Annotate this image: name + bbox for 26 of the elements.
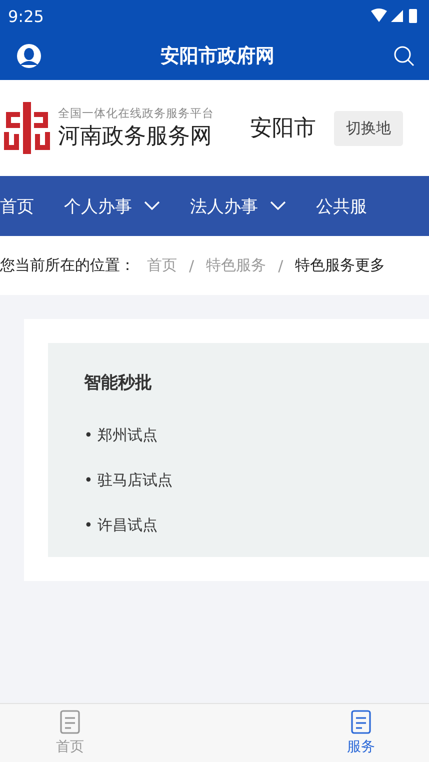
nav-item[interactable]: 公共服 bbox=[316, 194, 367, 218]
status-time: 9:25 bbox=[8, 6, 44, 26]
platform-tagline: 全国一体化在线政务服务平台 bbox=[58, 106, 214, 120]
app-title: 安阳市政府网 bbox=[160, 44, 274, 69]
pilot-link[interactable]: • 郑州试点 bbox=[84, 426, 393, 445]
user-icon[interactable] bbox=[16, 43, 42, 69]
nav-item[interactable]: 法人办事 bbox=[190, 194, 286, 218]
nav-item[interactable]: 个人办事 bbox=[64, 194, 160, 218]
panel-title: 智能秒批 bbox=[84, 372, 153, 394]
breadcrumb-separator: / bbox=[278, 256, 284, 274]
pilot-link[interactable]: • 许昌试点 bbox=[84, 516, 393, 535]
document-icon bbox=[59, 710, 81, 734]
chevron-icon bbox=[144, 201, 160, 211]
document-icon bbox=[350, 710, 372, 734]
tab-item[interactable]: 服务 bbox=[341, 704, 381, 762]
site-name: 河南政务服务网 bbox=[58, 122, 213, 150]
breadcrumb-label: 您当前所在的位置： bbox=[0, 256, 135, 275]
switch-region-button[interactable]: 切换地 bbox=[334, 110, 403, 146]
breadcrumb-separator: / bbox=[189, 256, 194, 274]
breadcrumb-link[interactable]: 特色服务更多 bbox=[295, 256, 386, 275]
emblem-icon bbox=[4, 102, 50, 154]
search-icon[interactable] bbox=[393, 45, 415, 67]
nav-item[interactable]: 首页 bbox=[0, 194, 34, 218]
pilot-link[interactable]: • 驻马店试点 bbox=[84, 471, 393, 490]
chevron-icon bbox=[270, 201, 286, 211]
city-name: 安阳市 bbox=[250, 115, 316, 143]
